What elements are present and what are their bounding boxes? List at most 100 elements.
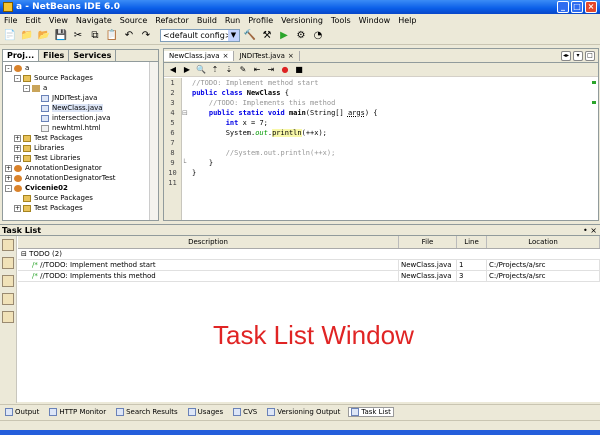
expand-icon[interactable]: + xyxy=(14,134,21,142)
table-row[interactable]: /* //TODO: Implement method start NewCla… xyxy=(18,260,600,271)
tab-jnditest[interactable]: JNDITest.java × xyxy=(234,50,300,61)
clean-build-icon[interactable]: ⚒ xyxy=(260,29,274,43)
tab-task-list[interactable]: Task List xyxy=(348,406,394,417)
menu-window[interactable]: Window xyxy=(355,16,395,25)
menu-run[interactable]: Run xyxy=(221,16,244,25)
current-file-scope-icon[interactable] xyxy=(2,239,14,251)
tab-versioning-output[interactable]: Versioning Output xyxy=(265,407,342,416)
run-icon[interactable]: ▶ xyxy=(277,29,291,43)
undo-icon[interactable]: ↶ xyxy=(122,29,136,43)
open-project-icon[interactable]: 📂 xyxy=(37,29,51,43)
col-description[interactable]: Description xyxy=(18,236,399,248)
shift-left-icon[interactable]: ⇤ xyxy=(252,65,262,75)
paste-icon[interactable]: 📋 xyxy=(105,29,119,43)
task-group-todo[interactable]: ⊟ TODO (2) xyxy=(18,249,600,260)
record-macro-icon[interactable]: ● xyxy=(280,65,290,75)
col-line[interactable]: Line xyxy=(457,236,487,248)
copy-icon[interactable]: ⧉ xyxy=(88,29,102,43)
all-projects-scope-icon[interactable] xyxy=(2,275,14,287)
tree-item[interactable]: -a xyxy=(3,83,158,93)
tab-usages[interactable]: Usages xyxy=(186,407,225,416)
close-icon[interactable]: × xyxy=(288,52,294,60)
maximize-editor-icon[interactable]: □ xyxy=(585,50,595,61)
toggle-highlight-icon[interactable]: ✎ xyxy=(238,65,248,75)
menu-file[interactable]: File xyxy=(0,16,21,25)
code-area[interactable]: //TODO: Implement method start public cl… xyxy=(192,78,600,220)
menu-versioning[interactable]: Versioning xyxy=(277,16,327,25)
prev-occurrence-icon[interactable]: ⇡ xyxy=(210,65,220,75)
tree-item[interactable]: - Cvicenie02 xyxy=(3,183,158,193)
tree-item[interactable]: JNDITest.java xyxy=(3,93,158,103)
tab-projects[interactable]: Proj... xyxy=(3,50,40,61)
collapse-icon[interactable]: - xyxy=(14,74,21,82)
minimize-button[interactable]: _ xyxy=(557,1,569,13)
tree-item[interactable]: -a xyxy=(3,63,158,73)
error-stripe-mark[interactable] xyxy=(592,101,596,104)
new-file-icon[interactable]: 📄 xyxy=(3,29,17,43)
scroll-tabs-icon[interactable]: ◂▸ xyxy=(561,50,571,61)
expand-icon[interactable]: + xyxy=(14,154,21,162)
back-icon[interactable]: ◀ xyxy=(168,65,178,75)
tab-services[interactable]: Services xyxy=(69,50,117,61)
shift-right-icon[interactable]: ⇥ xyxy=(266,65,276,75)
main-project-scope-icon[interactable] xyxy=(2,257,14,269)
col-location[interactable]: Location xyxy=(487,236,600,248)
menu-help[interactable]: Help xyxy=(394,16,420,25)
tree-scrollbar[interactable] xyxy=(149,62,158,220)
tree-item[interactable]: newhtml.html xyxy=(3,123,158,133)
menu-source[interactable]: Source xyxy=(116,16,151,25)
col-file[interactable]: File xyxy=(399,236,457,248)
menu-refactor[interactable]: Refactor xyxy=(151,16,193,25)
menu-edit[interactable]: Edit xyxy=(21,16,45,25)
expand-icon[interactable]: + xyxy=(14,204,21,212)
tree-item[interactable]: NewClass.java xyxy=(3,103,158,113)
tab-files[interactable]: Files xyxy=(39,50,70,61)
maximize-button[interactable]: □ xyxy=(571,1,583,13)
tab-output[interactable]: Output xyxy=(3,407,41,416)
tree-item[interactable]: intersection.java xyxy=(3,113,158,123)
tab-http-monitor[interactable]: HTTP Monitor xyxy=(47,407,108,416)
tree-item[interactable]: Source Packages xyxy=(3,193,158,203)
close-icon[interactable]: • × xyxy=(583,225,597,236)
collapse-icon[interactable]: - xyxy=(5,184,12,192)
forward-icon[interactable]: ▶ xyxy=(182,65,192,75)
menu-profile[interactable]: Profile xyxy=(244,16,277,25)
tab-cvs[interactable]: CVS xyxy=(231,407,259,416)
expand-icon[interactable]: + xyxy=(5,174,12,182)
tree-item[interactable]: + Test Packages xyxy=(3,133,158,143)
group-by-icon[interactable] xyxy=(2,311,14,323)
collapse-icon[interactable]: - xyxy=(5,64,12,72)
menu-navigate[interactable]: Navigate xyxy=(72,16,116,25)
menu-tools[interactable]: Tools xyxy=(327,16,355,25)
tab-list-icon[interactable]: ▾ xyxy=(573,50,583,61)
tree-item[interactable]: - Source Packages xyxy=(3,73,158,83)
profile-icon[interactable]: ◔ xyxy=(311,29,325,43)
tree-item[interactable]: + AnnotationDesignator xyxy=(3,163,158,173)
menu-build[interactable]: Build xyxy=(193,16,221,25)
tree-item[interactable]: + Libraries xyxy=(3,143,158,153)
save-all-icon[interactable]: 💾 xyxy=(54,29,68,43)
filter-icon[interactable] xyxy=(2,293,14,305)
find-icon[interactable]: 🔍 xyxy=(196,65,206,75)
table-row[interactable]: /* //TODO: Implements this method NewCla… xyxy=(18,271,600,282)
next-occurrence-icon[interactable]: ⇣ xyxy=(224,65,234,75)
expand-icon[interactable]: + xyxy=(14,144,21,152)
stop-macro-icon[interactable]: ■ xyxy=(294,65,304,75)
build-icon[interactable]: 🔨 xyxy=(243,29,257,43)
redo-icon[interactable]: ↷ xyxy=(139,29,153,43)
cut-icon[interactable]: ✂ xyxy=(71,29,85,43)
close-icon[interactable]: × xyxy=(223,52,229,60)
debug-icon[interactable]: ⚙ xyxy=(294,29,308,43)
config-select[interactable]: <default config> ▼ xyxy=(160,29,240,42)
tab-search-results[interactable]: Search Results xyxy=(114,407,180,416)
tab-newclass[interactable]: NewClass.java × xyxy=(164,50,235,61)
new-project-icon[interactable]: 📁 xyxy=(20,29,34,43)
collapse-icon[interactable]: - xyxy=(23,84,30,92)
tree-item[interactable]: + AnnotationDesignatorTest xyxy=(3,173,158,183)
tree-item[interactable]: + Test Packages xyxy=(3,203,158,213)
tree-item[interactable]: + Test Libraries xyxy=(3,153,158,163)
menu-view[interactable]: View xyxy=(45,16,72,25)
error-stripe-mark[interactable] xyxy=(592,81,596,84)
close-button[interactable]: × xyxy=(585,1,597,13)
expand-icon[interactable]: + xyxy=(5,164,12,172)
